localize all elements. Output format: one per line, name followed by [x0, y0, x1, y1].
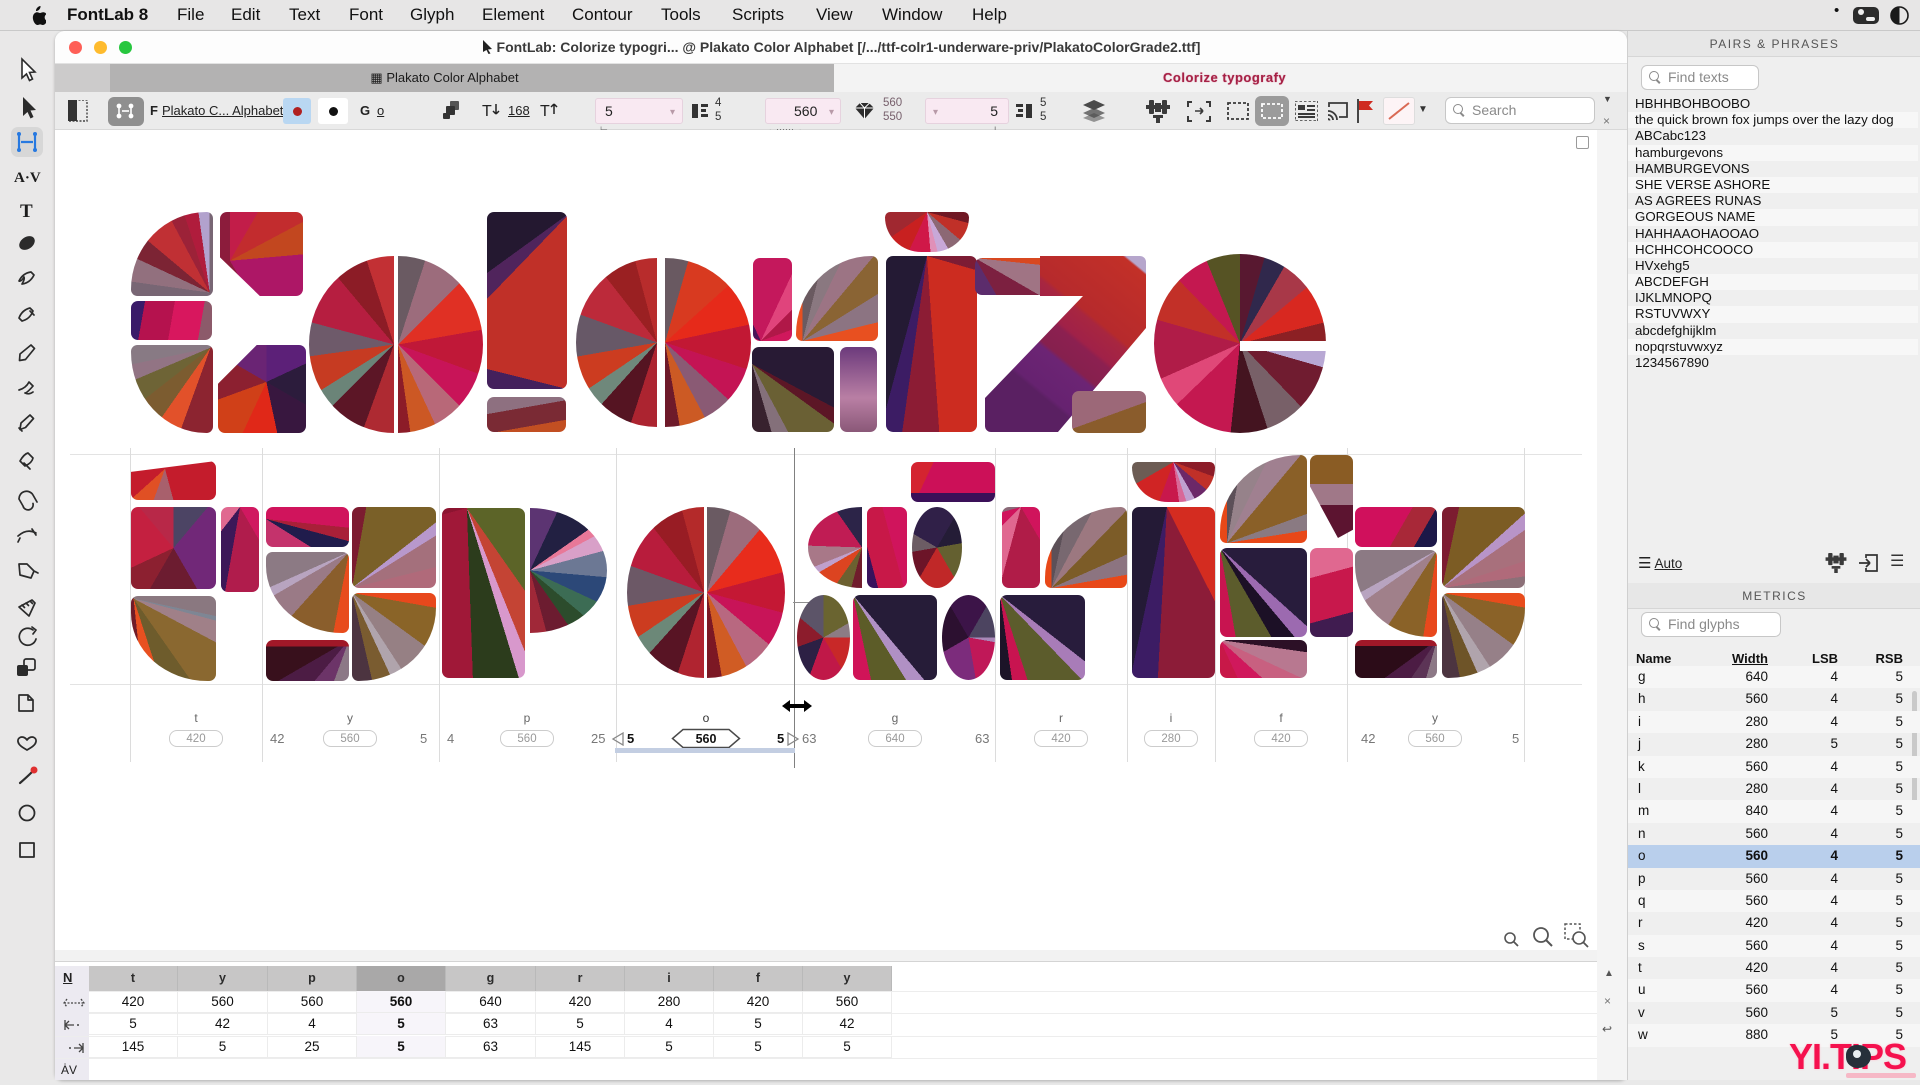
- svg-text:A·V: A·V: [14, 170, 41, 186]
- svg-text:560: 560: [696, 732, 717, 746]
- svg-text:T: T: [540, 103, 550, 120]
- svg-text:T: T: [482, 103, 492, 120]
- svg-text:T: T: [20, 201, 33, 222]
